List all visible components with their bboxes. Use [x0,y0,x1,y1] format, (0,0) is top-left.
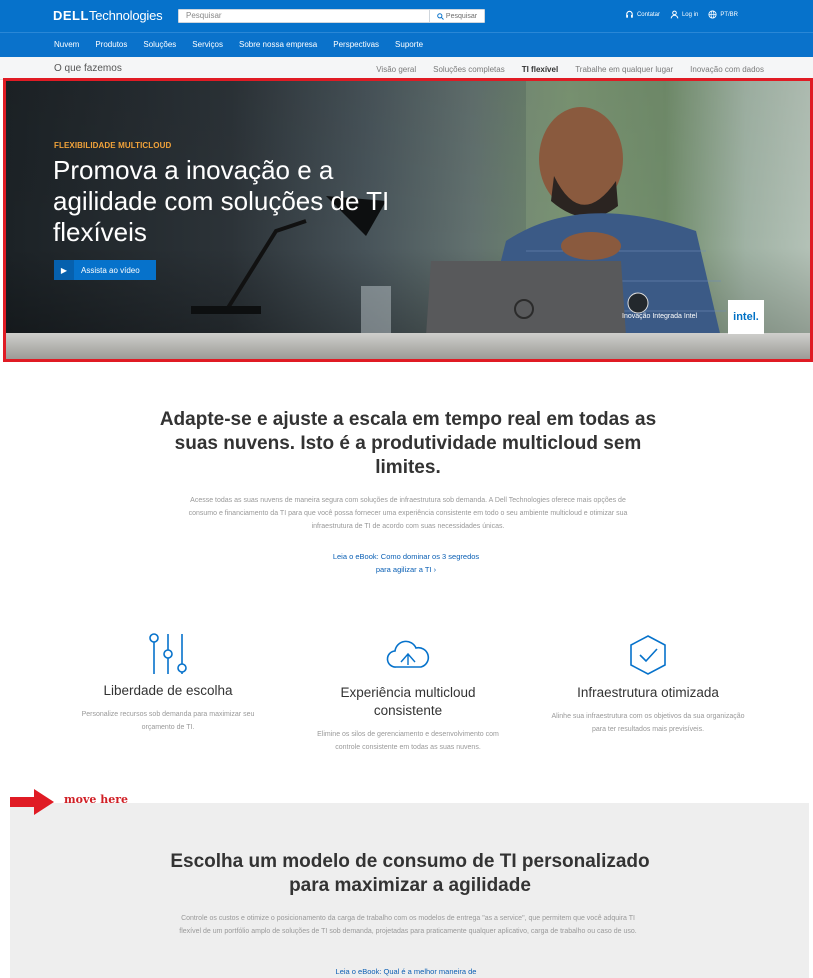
nav-item-sobre[interactable]: Sobre nossa empresa [239,40,317,49]
subnav-item-inovacao[interactable]: Inovação com dados [690,65,764,74]
watch-video-label: Assista ao vídeo [81,265,140,275]
globe-icon [708,10,717,19]
feature-freedom-of-choice: Liberdade de escolha Personalize recurso… [68,632,268,734]
sub-nav: O que fazemos Visão geral Soluções compl… [0,57,813,80]
search-box[interactable]: Pesquisar Pesquisar [178,9,485,23]
subnav-item-ti-flexivel[interactable]: TI flexível [522,65,558,74]
cloud-sync-icon [386,640,430,668]
section-description: Acesse todas as suas nuvens de maneira s… [188,497,628,530]
nav-item-perspectivas[interactable]: Perspectivas [333,40,379,49]
hero-title: Promova a inovação e a agilidade com sol… [53,155,390,247]
search-button[interactable]: Pesquisar [429,10,484,22]
subnav-item-trabalhe[interactable]: Trabalhe em qualquer lugar [575,65,673,74]
dell-technologies-logo[interactable]: DELLTechnologies [53,8,163,23]
feature-title: Infraestrutura otimizada [577,685,719,700]
locale-selector[interactable]: PT/BR [708,10,738,19]
user-icon [670,10,679,19]
hero-desk [6,333,810,359]
feature-title: Experiência multicloud consistente [340,685,476,718]
section-heading: Adapte-se e ajuste a escala em tempo rea… [159,409,657,478]
nav-item-produtos[interactable]: Produtos [95,40,127,49]
feature-description: Elimine os silos de gerenciamento e dese… [317,731,499,751]
check-hexagon-icon [630,635,666,675]
nav-item-nuvem[interactable]: Nuvem [54,40,79,49]
feature-title: Liberdade de escolha [103,683,233,698]
chevron-right-icon: › [433,565,437,574]
feature-optimized-infrastructure: Infraestrutura otimizada Alinhe sua infr… [548,634,748,736]
consumption-ebook-link[interactable]: Leia o eBook: Qual é a melhor maneira de [316,967,496,976]
headset-icon [626,10,633,18]
top-bar: DELLTechnologies Pesquisar Pesquisar Con… [0,0,813,32]
feature-description: Personalize recursos sob demanda para ma… [81,711,255,731]
annotation-text: move here [64,793,128,806]
intel-inside-text: Inovação Integrada Intel [622,313,698,320]
ebook-link[interactable]: Leia o eBook: Como dominar os 3 segredos… [326,550,486,576]
contact-link[interactable]: Contatar [625,10,660,19]
main-nav: Nuvem Produtos Soluções Serviços Sobre n… [0,32,813,57]
subnav-item-visao-geral[interactable]: Visão geral [376,65,416,74]
watch-video-button[interactable]: ▶ Assista ao vídeo [54,260,156,280]
login-link[interactable]: Log in [670,10,698,19]
nav-item-servicos[interactable]: Serviços [192,40,223,49]
arrow-right-icon [10,789,54,815]
hero-eyebrow: FLEXIBILIDADE MULTICLOUD [54,141,172,150]
search-input[interactable]: Pesquisar [186,11,222,20]
intel-logo: intel. [728,300,764,334]
consumption-description: Controle os custos e otimize o posiciona… [179,915,637,935]
feature-multicloud-experience: Experiência multicloud consistente Elimi… [308,640,508,754]
search-icon [437,12,444,20]
nav-item-solucoes[interactable]: Soluções [143,40,176,49]
hero-banner: FLEXIBILIDADE MULTICLOUD Promova a inova… [6,81,810,359]
consumption-heading: Escolha um modelo de consumo de TI perso… [170,851,650,896]
subnav-item-solucoes-completas[interactable]: Soluções completas [433,65,505,74]
section-title: O que fazemos [54,63,122,74]
play-icon: ▶ [54,260,74,280]
sliders-icon [149,633,187,674]
feature-description: Alinhe sua infraestrutura com os objetiv… [551,713,745,733]
nav-item-suporte[interactable]: Suporte [395,40,423,49]
